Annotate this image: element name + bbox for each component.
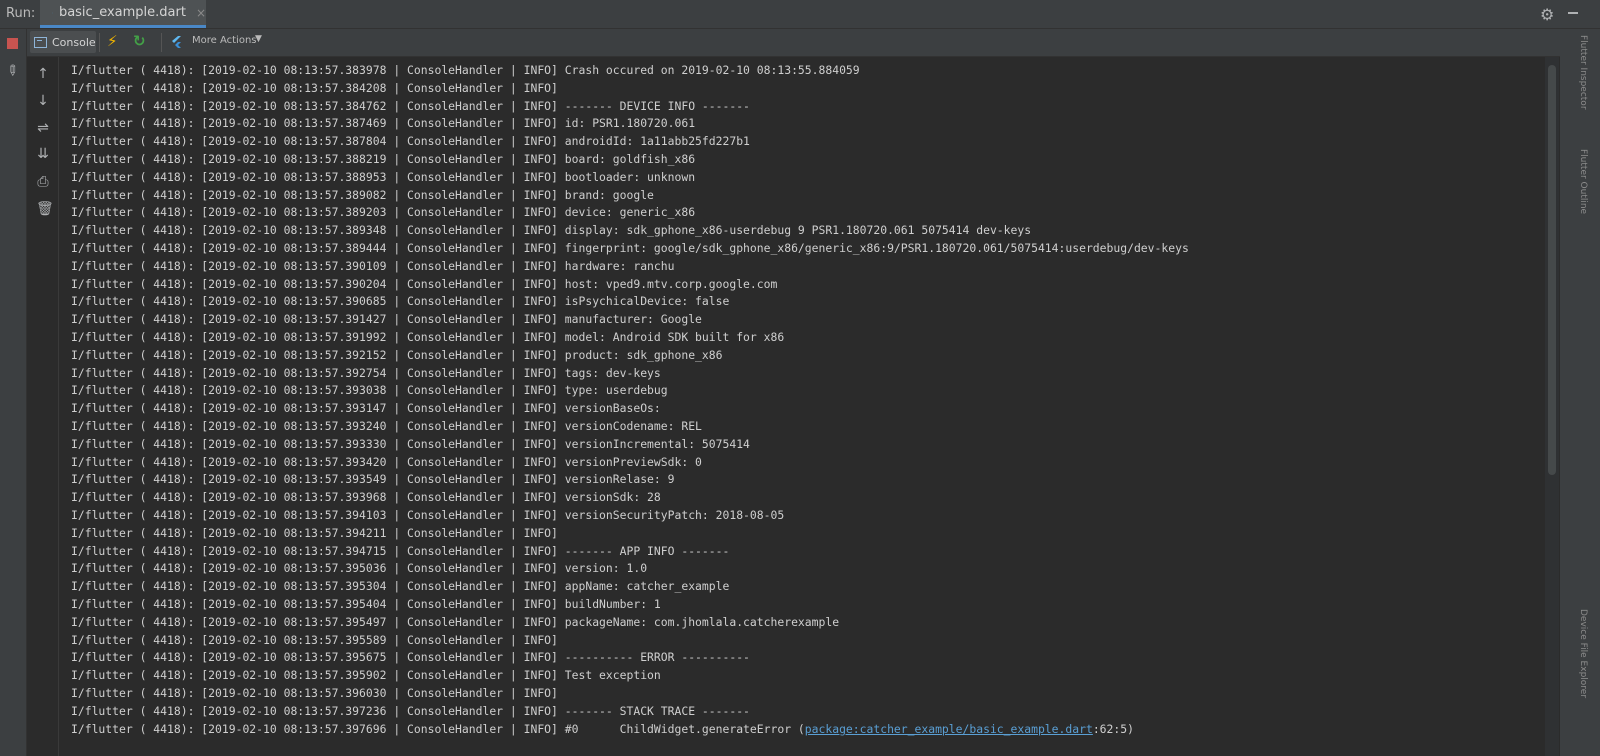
- log-line: I/flutter ( 4418): [2019-02-10 08:13:57.…: [71, 312, 702, 326]
- log-line: I/flutter ( 4418): [2019-02-10 08:13:57.…: [71, 294, 730, 308]
- stack-frame-position: :62:5): [1092, 722, 1134, 736]
- lightning-icon[interactable]: ⚡: [107, 32, 118, 50]
- stop-icon[interactable]: [7, 38, 18, 49]
- flutter-inspector-tab[interactable]: Flutter Inspector: [1578, 35, 1588, 110]
- console-output[interactable]: I/flutter ( 4418): [2019-02-10 08:13:57.…: [59, 57, 1543, 756]
- log-line: I/flutter ( 4418): [2019-02-10 08:13:57.…: [71, 366, 661, 380]
- restart-icon[interactable]: ↻: [133, 32, 146, 50]
- right-tool-strip: Flutter Inspector Flutter Outline Device…: [1560, 29, 1600, 756]
- more-actions-button[interactable]: More Actions: [192, 35, 257, 46]
- toolbar-divider: [99, 33, 100, 52]
- log-line: I/flutter ( 4418): [2019-02-10 08:13:57.…: [71, 668, 661, 682]
- flutter-inspector-icon[interactable]: [171, 35, 185, 49]
- chevron-down-icon[interactable]: ▼: [255, 34, 262, 44]
- log-line: I/flutter ( 4418): [2019-02-10 08:13:57.…: [71, 81, 558, 95]
- run-side-toolbar: ✎: [0, 29, 27, 756]
- log-line: I/flutter ( 4418): [2019-02-10 08:13:57.…: [71, 99, 750, 113]
- log-line: I/flutter ( 4418): [2019-02-10 08:13:57.…: [71, 223, 1032, 237]
- arrow-down-icon[interactable]: ↓: [36, 94, 50, 108]
- log-line: I/flutter ( 4418): [2019-02-10 08:13:57.…: [71, 188, 654, 202]
- log-line: I/flutter ( 4418): [2019-02-10 08:13:57.…: [71, 63, 860, 77]
- log-line: I/flutter ( 4418): [2019-02-10 08:13:57.…: [71, 686, 558, 700]
- log-line-stack: I/flutter ( 4418): [2019-02-10 08:13:57.…: [71, 721, 1134, 739]
- log-line: I/flutter ( 4418): [2019-02-10 08:13:57.…: [71, 455, 702, 469]
- vertical-scrollbar[interactable]: [1545, 57, 1559, 756]
- log-line: I/flutter ( 4418): [2019-02-10 08:13:57.…: [71, 348, 723, 362]
- close-icon[interactable]: ×: [196, 6, 206, 20]
- run-tab-basic-example[interactable]: basic_example.dart ×: [40, 0, 206, 28]
- log-line: I/flutter ( 4418): [2019-02-10 08:13:57.…: [71, 650, 750, 664]
- console-toolbar: Console ⚡ ↻ More Actions ▼: [27, 29, 1600, 57]
- log-line: I/flutter ( 4418): [2019-02-10 08:13:57.…: [71, 152, 696, 166]
- source-link[interactable]: package:catcher_example/basic_example.da…: [805, 722, 1093, 736]
- console-icon: [34, 36, 47, 48]
- scrollbar-thumb[interactable]: [1548, 65, 1556, 475]
- log-line: I/flutter ( 4418): [2019-02-10 08:13:57.…: [71, 259, 675, 273]
- log-line: I/flutter ( 4418): [2019-02-10 08:13:57.…: [71, 490, 661, 504]
- log-line: I/flutter ( 4418): [2019-02-10 08:13:57.…: [71, 134, 750, 148]
- log-line: I/flutter ( 4418): [2019-02-10 08:13:57.…: [71, 508, 785, 522]
- log-line: I/flutter ( 4418): [2019-02-10 08:13:57.…: [71, 241, 1189, 255]
- log-line: I/flutter ( 4418): [2019-02-10 08:13:57.…: [71, 116, 696, 130]
- log-line: I/flutter ( 4418): [2019-02-10 08:13:57.…: [71, 205, 696, 219]
- log-line: I/flutter ( 4418): [2019-02-10 08:13:57.…: [71, 597, 661, 611]
- stack-frame-text: I/flutter ( 4418): [2019-02-10 08:13:57.…: [71, 722, 805, 736]
- log-line: I/flutter ( 4418): [2019-02-10 08:13:57.…: [71, 526, 558, 540]
- run-label: Run:: [6, 6, 36, 21]
- gear-icon[interactable]: ⚙: [1540, 5, 1554, 24]
- log-line: I/flutter ( 4418): [2019-02-10 08:13:57.…: [71, 170, 696, 184]
- tab-title: basic_example.dart: [58, 5, 186, 20]
- scroll-to-end-icon[interactable]: ⇊: [36, 147, 50, 161]
- console-actions: ↑ ↓ ⇌ ⇊ ⎙ 🗑: [27, 57, 59, 756]
- log-line: I/flutter ( 4418): [2019-02-10 08:13:57.…: [71, 401, 661, 415]
- flutter-outline-tab[interactable]: Flutter Outline: [1578, 149, 1588, 214]
- log-line: I/flutter ( 4418): [2019-02-10 08:13:57.…: [71, 383, 668, 397]
- soft-wrap-icon[interactable]: ⇌: [36, 121, 50, 135]
- log-line: I/flutter ( 4418): [2019-02-10 08:13:57.…: [71, 330, 785, 344]
- log-line: I/flutter ( 4418): [2019-02-10 08:13:57.…: [71, 472, 675, 486]
- log-line: I/flutter ( 4418): [2019-02-10 08:13:57.…: [71, 544, 730, 558]
- run-tool-window-header: Run: basic_example.dart × ⚙: [0, 0, 1600, 29]
- log-line: I/flutter ( 4418): [2019-02-10 08:13:57.…: [71, 437, 750, 451]
- flutter-icon: [52, 12, 53, 13]
- console-tab-label: Console: [52, 35, 96, 49]
- pin-icon[interactable]: ✎: [2, 61, 22, 81]
- log-line: I/flutter ( 4418): [2019-02-10 08:13:57.…: [71, 633, 558, 647]
- log-line: I/flutter ( 4418): [2019-02-10 08:13:57.…: [71, 615, 840, 629]
- minimize-icon[interactable]: [1568, 4, 1578, 18]
- print-icon[interactable]: ⎙: [36, 175, 50, 189]
- log-line: I/flutter ( 4418): [2019-02-10 08:13:57.…: [71, 561, 648, 575]
- arrow-up-icon[interactable]: ↑: [36, 67, 50, 81]
- device-file-explorer-tab[interactable]: Device File Explorer: [1578, 609, 1588, 698]
- log-line: I/flutter ( 4418): [2019-02-10 08:13:57.…: [71, 277, 778, 291]
- log-line: I/flutter ( 4418): [2019-02-10 08:13:57.…: [71, 579, 730, 593]
- tab-console[interactable]: Console: [30, 31, 96, 53]
- toolbar-divider: [161, 33, 162, 52]
- trash-icon[interactable]: 🗑: [36, 202, 54, 216]
- log-line: I/flutter ( 4418): [2019-02-10 08:13:57.…: [71, 704, 750, 718]
- log-line: I/flutter ( 4418): [2019-02-10 08:13:57.…: [71, 419, 702, 433]
